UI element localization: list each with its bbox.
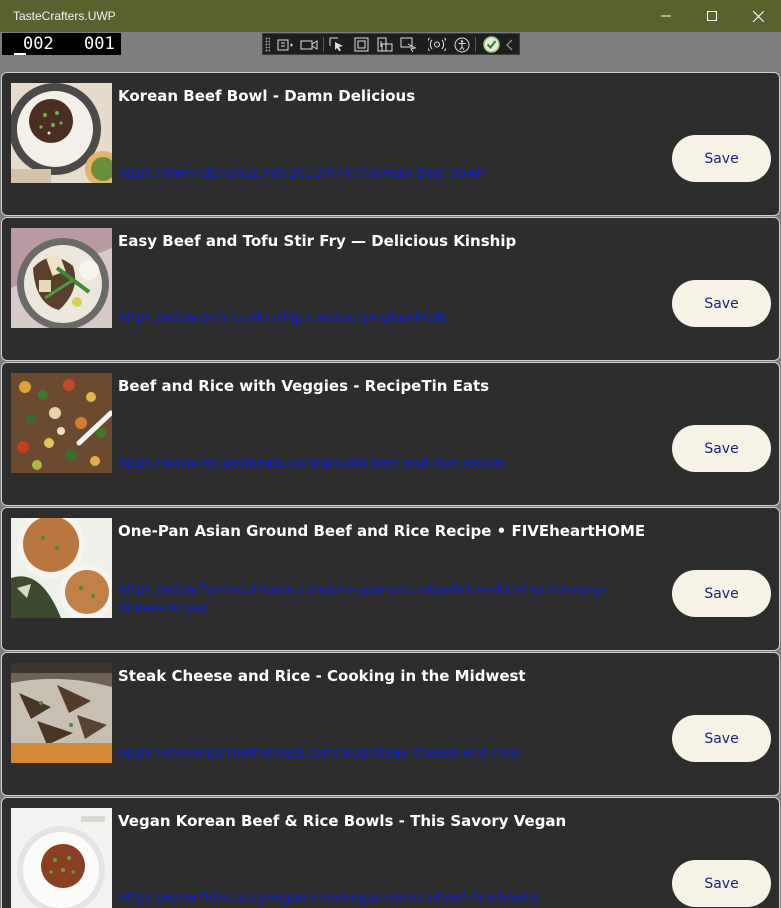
recipe-card: Easy Beef and Tofu Stir Fry — Delicious … [1,217,780,361]
record-icon[interactable] [299,36,319,53]
maximize-button[interactable] [689,0,735,32]
recipe-link[interactable]: https://www.deliciouskinship.com/recipes… [118,310,648,328]
counter-underline [14,53,26,55]
frame-rate-counter: 002 001 [2,33,121,55]
recipe-title: One-Pan Asian Ground Beef and Rice Recip… [118,522,646,540]
save-button[interactable]: Save [672,860,771,907]
select-element-icon[interactable] [327,36,347,53]
window-title: TasteCrafters.UWP [13,9,116,23]
recipe-card: Vegan Korean Beef & Rice Bowls - This Sa… [1,797,780,908]
save-button[interactable]: Save [672,425,771,472]
asian-ground-beef-rice-image [11,518,112,618]
recipe-card: One-Pan Asian Ground Beef and Rice Recip… [1,507,780,651]
toolbar-separator [323,37,324,52]
recipe-title: Beef and Rice with Veggies - RecipeTin E… [118,377,490,395]
save-button[interactable]: Save [672,715,771,762]
debug-toolbar [262,33,520,55]
save-button[interactable]: Save [672,135,771,182]
steak-cheese-rice-image [11,663,112,763]
recipe-card: Korean Beef Bowl - Damn Delicious https:… [1,72,780,216]
recipe-link[interactable]: https://cookinginthemidwest.com/blog/ste… [118,745,648,763]
app-window: TasteCrafters.UWP 002 001 Korean Beef Bo… [0,0,781,908]
maximize-icon [707,11,717,21]
toolbar-grip[interactable] [265,37,270,52]
recipe-link[interactable]: https://www.thissavoryvegan.com/vegan-ko… [118,890,648,908]
recipe-card: Beef and Rice with Veggies - RecipeTin E… [1,362,780,506]
title-bar[interactable]: TasteCrafters.UWP [0,0,781,32]
recipe-link[interactable]: https://damndelicious.net/2013/07/07/kor… [118,165,648,183]
recipe-card: Steak Cheese and Rice - Cooking in the M… [1,652,780,796]
close-button[interactable] [735,0,781,32]
recipe-title: Easy Beef and Tofu Stir Fry — Delicious … [118,232,517,250]
recipe-title: Steak Cheese and Rice - Cooking in the M… [118,667,526,685]
accessibility-icon[interactable] [452,36,472,53]
track-focus-icon[interactable] [375,36,395,53]
korean-beef-bowl-image [11,83,112,183]
display-layout-icon[interactable] [351,36,371,53]
recipe-link[interactable]: https://www.fivehearthome.com/one-pan-as… [118,582,648,618]
vegan-korean-beef-bowl-image [11,808,112,908]
binding-failures-icon[interactable] [399,36,419,53]
close-icon [752,10,764,22]
hot-reload-icon[interactable] [427,36,447,53]
save-button[interactable]: Save [672,570,771,617]
minimize-button[interactable] [643,0,689,32]
frame-counter-right: 001 [84,34,115,54]
minimize-icon [661,15,671,17]
recipe-title: Vegan Korean Beef & Rice Bowls - This Sa… [118,812,567,830]
beef-rice-veggies-image [11,373,112,473]
collapse-chevron-icon[interactable] [503,36,517,53]
toolbar-separator [475,37,476,52]
frame-counter-left: 002 [23,34,54,54]
save-button[interactable]: Save [672,280,771,327]
recipe-link[interactable]: https://www.recipetineats.com/ground-bee… [118,455,648,473]
checkmark-icon[interactable] [481,36,501,53]
add-frame-icon[interactable] [275,36,295,53]
recipe-title: Korean Beef Bowl - Damn Delicious [118,87,416,105]
beef-tofu-stir-fry-image [11,228,112,328]
